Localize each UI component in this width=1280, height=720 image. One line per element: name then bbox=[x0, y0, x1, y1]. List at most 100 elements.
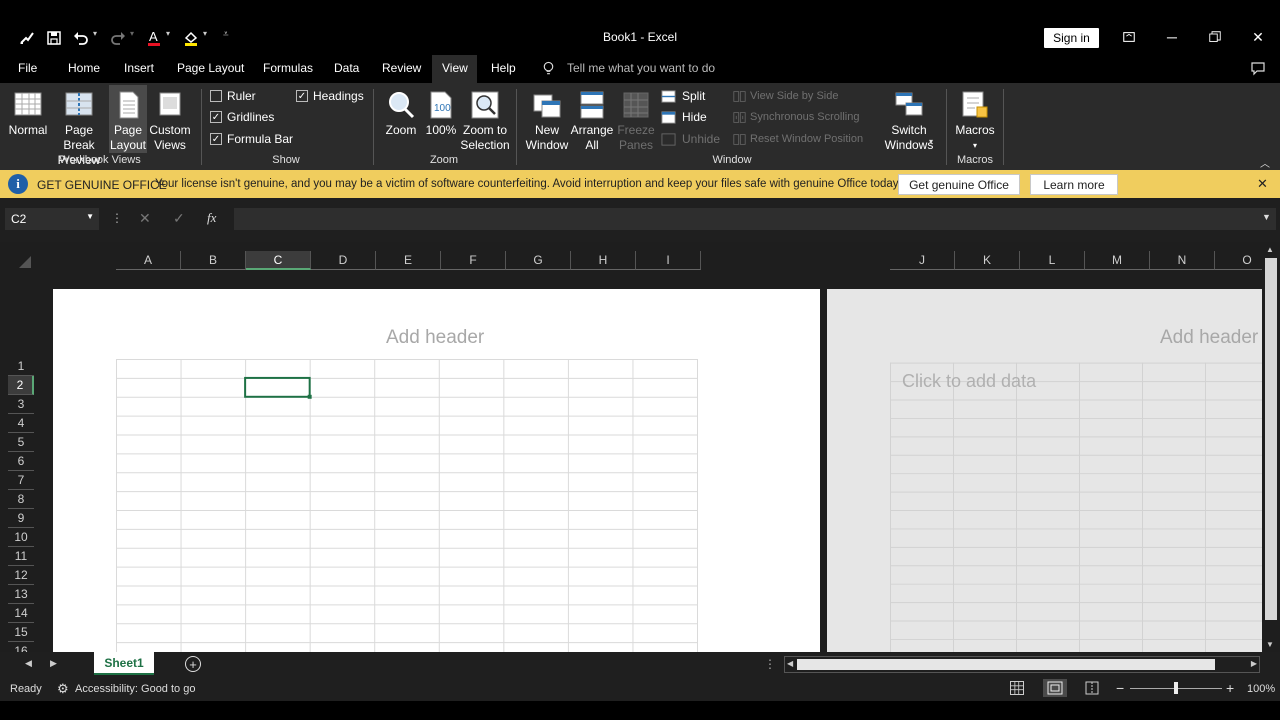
previous-sheet-icon[interactable]: ◀ bbox=[25, 658, 32, 669]
row-header-8[interactable]: 8 bbox=[8, 490, 34, 509]
next-sheet-icon[interactable]: ▶ bbox=[50, 658, 57, 669]
horizontal-scroll-thumb[interactable] bbox=[797, 659, 1215, 670]
column-header-k[interactable]: K bbox=[955, 251, 1020, 270]
page-2[interactable]: Add header Click to add data bbox=[827, 289, 1262, 652]
normal-view-status-icon[interactable] bbox=[1010, 681, 1024, 695]
tab-data[interactable]: Data bbox=[334, 53, 359, 83]
column-header-h[interactable]: H bbox=[571, 251, 636, 270]
row-header-16[interactable]: 16 bbox=[8, 642, 34, 652]
name-box-dropdown-icon[interactable]: ▼ bbox=[86, 212, 94, 221]
row-header-6[interactable]: 6 bbox=[8, 452, 34, 471]
tab-formulas[interactable]: Formulas bbox=[263, 53, 313, 83]
row-header-15[interactable]: 15 bbox=[8, 623, 34, 642]
column-header-b[interactable]: B bbox=[181, 251, 246, 270]
vertical-scroll-thumb[interactable] bbox=[1265, 258, 1277, 620]
column-header-o[interactable]: O bbox=[1215, 251, 1262, 270]
vertical-scrollbar[interactable]: ▲ ▼ bbox=[1262, 242, 1280, 652]
tell-me-search[interactable]: Tell me what you want to do bbox=[567, 53, 715, 83]
row-header-7[interactable]: 7 bbox=[8, 471, 34, 490]
column-header-j[interactable]: J bbox=[890, 251, 955, 270]
column-header-d[interactable]: D bbox=[311, 251, 376, 270]
column-header-c[interactable]: C bbox=[246, 251, 311, 270]
tab-file[interactable]: File bbox=[18, 53, 37, 83]
tab-help[interactable]: Help bbox=[491, 53, 516, 83]
column-header-n[interactable]: N bbox=[1150, 251, 1215, 270]
macros-button[interactable]: Macros ▾ bbox=[953, 89, 997, 153]
scroll-up-icon[interactable]: ▲ bbox=[1266, 245, 1274, 254]
tab-review[interactable]: Review bbox=[382, 53, 421, 83]
column-header-f[interactable]: F bbox=[441, 251, 506, 270]
formula-input[interactable] bbox=[234, 208, 1276, 230]
row-header-10[interactable]: 10 bbox=[8, 528, 34, 547]
add-header-placeholder-page-2[interactable]: Add header bbox=[1160, 327, 1258, 349]
zoom-out-icon[interactable]: − bbox=[1116, 680, 1124, 696]
column-header-m[interactable]: M bbox=[1085, 251, 1150, 270]
row-header-3[interactable]: 3 bbox=[8, 395, 34, 414]
zoom-slider-thumb[interactable] bbox=[1174, 682, 1178, 694]
horizontal-scrollbar[interactable]: ◀ ▶ bbox=[784, 656, 1260, 673]
zoom-in-icon[interactable]: + bbox=[1226, 680, 1234, 696]
arrange-all-button[interactable]: Arrange All bbox=[570, 89, 614, 153]
scroll-left-icon[interactable]: ◀ bbox=[787, 659, 793, 668]
scroll-right-icon[interactable]: ▶ bbox=[1251, 659, 1257, 668]
collapse-ribbon-icon[interactable]: ︿ bbox=[1260, 155, 1270, 170]
click-to-add-data[interactable]: Click to add data bbox=[902, 371, 1036, 392]
row-header-14[interactable]: 14 bbox=[8, 604, 34, 623]
close-icon[interactable]: ✕ bbox=[1247, 26, 1269, 48]
fill-handle[interactable] bbox=[307, 394, 312, 399]
gridlines-checkbox[interactable]: ✓ Gridlines bbox=[210, 109, 274, 125]
tab-split-handle-icon[interactable]: ⋮ bbox=[764, 657, 776, 671]
get-genuine-office-button[interactable]: Get genuine Office bbox=[898, 174, 1020, 195]
column-header-i[interactable]: I bbox=[636, 251, 701, 270]
learn-more-button[interactable]: Learn more bbox=[1030, 174, 1118, 195]
column-header-a[interactable]: A bbox=[116, 251, 181, 270]
accessibility-icon[interactable]: ⚙ bbox=[57, 681, 69, 697]
row-header-11[interactable]: 11 bbox=[8, 547, 34, 566]
row-header-1[interactable]: 1 bbox=[8, 357, 34, 376]
ruler-checkbox[interactable]: Ruler bbox=[210, 88, 256, 104]
headings-checkbox[interactable]: ✓ Headings bbox=[296, 88, 364, 104]
row-header-9[interactable]: 9 bbox=[8, 509, 34, 528]
sheet-tab-sheet1[interactable]: Sheet1 bbox=[94, 652, 154, 675]
new-sheet-icon[interactable]: + bbox=[185, 656, 201, 672]
page-1[interactable]: Add header bbox=[53, 289, 820, 652]
zoom-100-button[interactable]: 100 100% bbox=[422, 89, 460, 138]
page-layout-view-button[interactable]: Page Layout bbox=[109, 85, 147, 153]
insert-function-icon[interactable]: fx bbox=[207, 210, 216, 226]
row-header-13[interactable]: 13 bbox=[8, 585, 34, 604]
row-header-2[interactable]: 2 bbox=[8, 376, 34, 395]
accessibility-status[interactable]: Accessibility: Good to go bbox=[75, 683, 195, 695]
zoom-button[interactable]: Zoom bbox=[382, 89, 420, 138]
tab-home[interactable]: Home bbox=[68, 53, 100, 83]
hide-button[interactable]: Hide bbox=[661, 109, 707, 125]
scroll-down-icon[interactable]: ▼ bbox=[1266, 640, 1274, 649]
new-window-button[interactable]: New Window bbox=[524, 89, 570, 153]
column-header-l[interactable]: L bbox=[1020, 251, 1085, 270]
page-1-cell-grid[interactable] bbox=[116, 356, 699, 652]
ribbon-display-options-icon[interactable] bbox=[1118, 26, 1140, 48]
zoom-to-selection-button[interactable]: Zoom to Selection bbox=[460, 89, 510, 153]
page-layout-view-status-icon[interactable] bbox=[1043, 679, 1067, 697]
tab-insert[interactable]: Insert bbox=[124, 53, 154, 83]
worksheet-area[interactable]: ABCDEFGHI JKLMNO 1 2 3 4 5 6 7 8 9 10 11 12 13 14 15 16… bbox=[0, 242, 1262, 652]
add-header-placeholder[interactable]: Add header bbox=[386, 327, 484, 349]
row-header-5[interactable]: 5 bbox=[8, 433, 34, 452]
active-cell-c2[interactable] bbox=[244, 376, 311, 398]
comments-icon[interactable] bbox=[1250, 53, 1266, 83]
minimize-icon[interactable]: ─ bbox=[1161, 26, 1183, 48]
zoom-level[interactable]: 100% bbox=[1247, 683, 1275, 695]
row-header-12[interactable]: 12 bbox=[8, 566, 34, 585]
more-options-icon[interactable]: ⋮ bbox=[111, 211, 123, 225]
custom-views-button[interactable]: Custom Views bbox=[149, 89, 191, 153]
normal-view-button[interactable]: Normal bbox=[8, 89, 48, 138]
tab-view[interactable]: View bbox=[442, 53, 468, 83]
tab-page-layout[interactable]: Page Layout bbox=[177, 53, 244, 83]
page-break-view-status-icon[interactable] bbox=[1085, 681, 1099, 695]
column-header-g[interactable]: G bbox=[506, 251, 571, 270]
expand-formula-bar-icon[interactable]: ▼ bbox=[1262, 212, 1271, 222]
select-all-icon[interactable] bbox=[19, 256, 31, 268]
restore-icon[interactable] bbox=[1204, 26, 1226, 48]
split-button[interactable]: Split bbox=[661, 88, 705, 104]
sign-in-button[interactable]: Sign in bbox=[1044, 28, 1099, 48]
name-box[interactable]: C2 ▼ bbox=[5, 208, 99, 230]
